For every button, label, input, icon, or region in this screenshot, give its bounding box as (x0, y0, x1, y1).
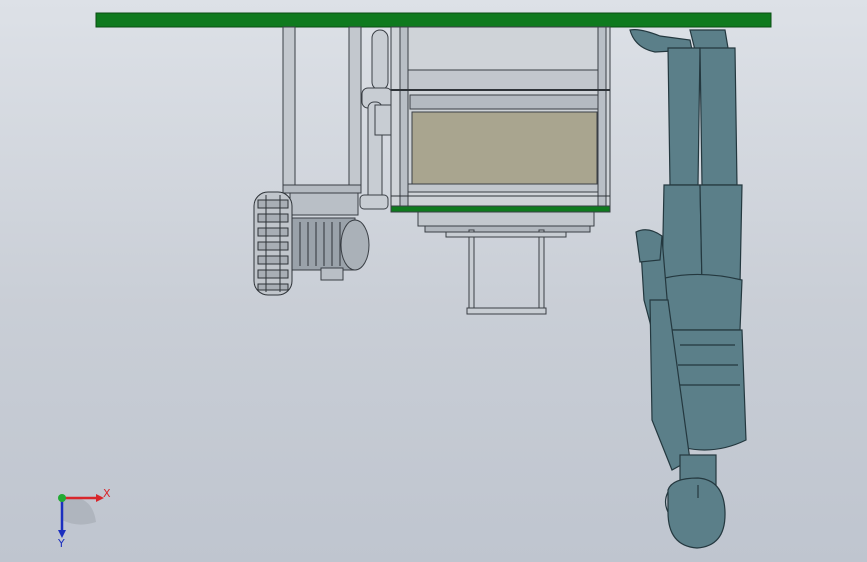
y-axis-label: Y (57, 537, 65, 550)
drive-motor[interactable] (289, 192, 370, 281)
axis-triad: X Y (57, 487, 111, 550)
cad-viewport[interactable]: X Y (0, 0, 867, 562)
tank-body[interactable] (390, 26, 611, 233)
machine-frame[interactable] (282, 26, 362, 194)
ladder[interactable] (445, 229, 567, 315)
x-axis-label: X (103, 487, 111, 500)
ground-plane[interactable] (95, 12, 772, 28)
tread-wheel[interactable] (253, 191, 293, 296)
human-figure[interactable] (629, 29, 747, 549)
